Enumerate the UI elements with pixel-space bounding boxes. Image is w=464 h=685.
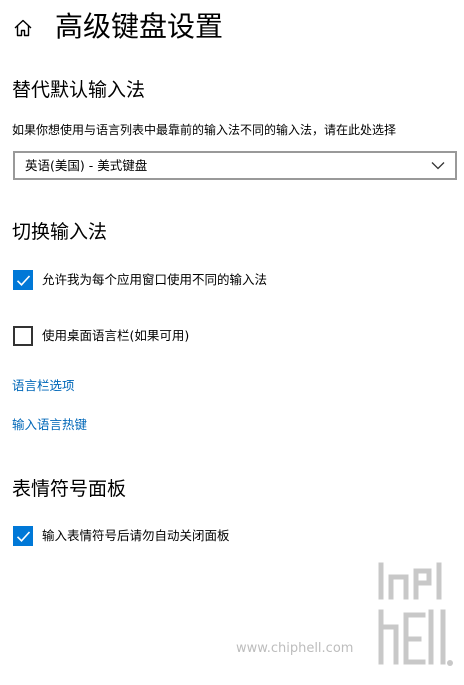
desktop-language-bar-label: 使用桌面语言栏(如果可用): [42, 328, 190, 343]
keep-emoji-panel-open-checkbox[interactable]: [13, 526, 33, 546]
override-input-description: 如果你想使用与语言列表中最靠前的输入法不同的输入法，请在此处选择: [12, 123, 397, 137]
page-title: 高级键盘设置: [55, 10, 224, 43]
per-app-input-method-checkbox[interactable]: [13, 270, 33, 290]
desktop-language-bar-option[interactable]: 使用桌面语言栏(如果可用): [13, 326, 233, 346]
keep-emoji-panel-open-label: 输入表情符号后请勿自动关闭面板: [42, 528, 230, 543]
emoji-panel-section-title: 表情符号面板: [12, 478, 127, 500]
chiphell-watermark-logo: [378, 562, 453, 666]
override-input-section-title: 替代默认输入法: [12, 79, 146, 101]
watermark-site-text: www.chiphell.com: [236, 641, 354, 656]
switch-input-section-title: 切换输入法: [12, 221, 108, 243]
chevron-down-icon: [431, 162, 445, 170]
advanced-keyboard-settings-page: 高级键盘设置 替代默认输入法 如果你想使用与语言列表中最靠前的输入法不同的输入法…: [0, 0, 464, 685]
input-language-hotkeys-link[interactable]: 输入语言热键: [12, 416, 87, 434]
per-app-input-method-option[interactable]: 允许我为每个应用窗口使用不同的输入法: [13, 270, 313, 290]
language-bar-options-link[interactable]: 语言栏选项: [12, 377, 75, 395]
dropdown-selected-value: 英语(美国) - 美式键盘: [25, 158, 148, 173]
checkmark-icon: [16, 275, 31, 286]
home-icon[interactable]: [13, 18, 33, 38]
page-header: 高级键盘设置: [0, 0, 464, 56]
checkmark-icon: [16, 531, 31, 542]
desktop-language-bar-checkbox[interactable]: [13, 326, 33, 346]
per-app-input-method-label: 允许我为每个应用窗口使用不同的输入法: [42, 272, 268, 287]
keep-emoji-panel-open-option[interactable]: 输入表情符号后请勿自动关闭面板: [13, 526, 273, 546]
default-input-method-dropdown[interactable]: 英语(美国) - 美式键盘: [13, 151, 457, 180]
